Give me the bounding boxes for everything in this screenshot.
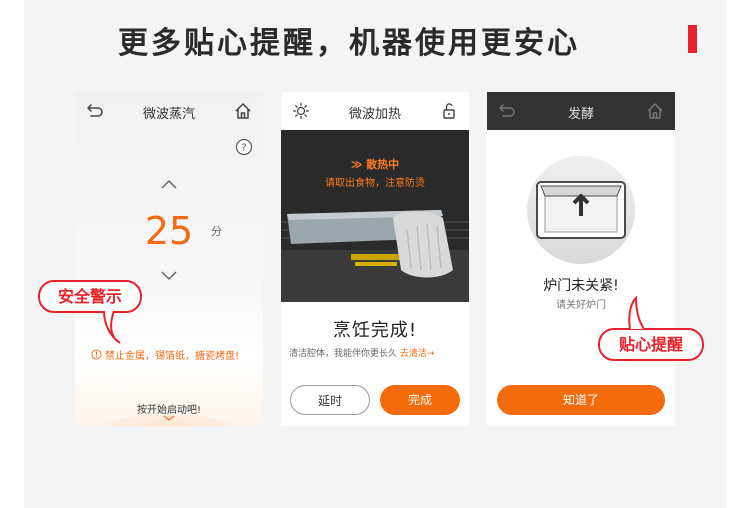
acknowledge-button[interactable]: 知道了 [497,385,665,415]
oven-door-illustration [527,156,635,264]
info-icon [91,349,102,360]
topbar: 微波蒸汽 [75,92,263,130]
page-headline: 更多贴心提醒，机器使用更安心 [118,26,580,61]
topbar: 发酵 [487,92,675,130]
question-icon[interactable]: ? [235,138,253,156]
food-tray-photo: ≫ 散热中 请取出食物，注意防烫 [281,130,469,302]
metal-warning: 禁止金属，锡箔纸，搪瓷烤盘! [91,347,261,362]
warning-text: 禁止金属，锡箔纸，搪瓷烤盘! [105,351,240,362]
screen-microwave-steam: 微波蒸汽 ? 25 分 禁止金属，锡箔纸，搪瓷烤盘! 按开始启动吧! [75,92,263,426]
screen-microwave-heat: 微波加热 ≫ 散热中 请取出食物，注意防烫 烹饪完成! 清洁腔体，我能伴你更长久… [281,92,469,426]
reminder-callout: 贴心提醒 [598,328,704,361]
unlock-icon[interactable] [439,101,459,121]
hot-food-warning: 请取出食物，注意防烫 [325,178,425,189]
screen-fermentation: 发酵 炉门未关紧! 请关好炉门 知道了 [487,92,675,426]
svg-text:?: ? [241,143,246,154]
oven-door-icon [536,181,626,239]
cooling-status: ≫ 散热中 [350,158,400,171]
time-unit: 分 [211,225,222,238]
headline-accent-bar [688,25,697,53]
cooking-done-title: 烹饪完成! [332,320,418,341]
door-open-title: 炉门未关紧! [543,278,619,294]
safety-warning-callout: 安全警示 [38,280,142,313]
go-clean-link[interactable]: 去清洁→ [400,349,435,359]
start-hint[interactable]: 按开始启动吧! [75,401,263,416]
increase-time-chevron-icon[interactable] [160,178,178,190]
decrease-time-chevron-icon[interactable] [160,270,178,282]
topbar: 微波加热 [281,92,469,130]
double-chevron-icon: ≫ [350,158,367,171]
finish-button[interactable]: 完成 [380,385,460,415]
delay-button[interactable]: 延时 [290,385,370,415]
callout-tail [628,296,645,330]
callout-tail [103,310,121,344]
home-icon[interactable] [645,101,665,121]
cleaning-prompt: 清洁腔体，我能伴你更长久 去清洁→ [289,349,435,359]
home-icon[interactable] [233,101,253,121]
chevron-down-icon [163,415,175,421]
time-value[interactable]: 25 [139,209,199,253]
